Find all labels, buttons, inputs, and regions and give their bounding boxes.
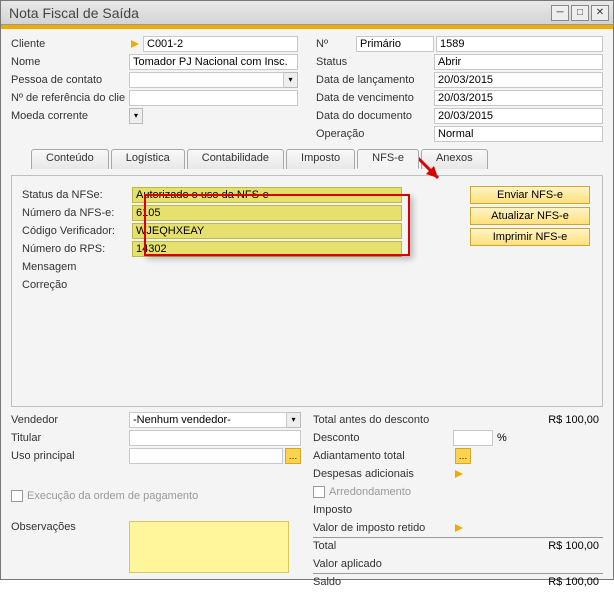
imposto-label: Imposto	[313, 504, 453, 516]
nome-field[interactable]: Tomador PJ Nacional com Insc.	[129, 54, 298, 70]
imprimir-nfse-button[interactable]: Imprimir NFS-e	[470, 228, 590, 246]
titular-label: Titular	[11, 432, 129, 444]
titular-field[interactable]	[129, 430, 301, 446]
status-label: Status	[316, 56, 434, 68]
impret-label: Valor de imposto retido	[313, 522, 453, 534]
doc-label: Data do documento	[316, 110, 434, 122]
despesas-label: Despesas adicionais	[313, 468, 453, 480]
uso-field[interactable]	[129, 448, 283, 464]
moeda-label: Moeda corrente	[11, 110, 129, 122]
cliente-label: Cliente	[11, 38, 129, 50]
window: Nota Fiscal de Saída ─ □ ✕ Cliente C001-…	[0, 0, 614, 580]
atualizar-nfse-button[interactable]: Atualizar NFS-e	[470, 207, 590, 225]
vendedor-label: Vendedor	[11, 414, 129, 426]
total-val: R$ 100,00	[453, 540, 603, 552]
nfse-fields: Status da NFSe:Autorizado o uso da NFS-e…	[22, 186, 402, 294]
nfse-msg-label: Mensagem	[22, 261, 132, 273]
vendedor-field[interactable]: -Nenhum vendedor-	[129, 412, 287, 428]
nfse-buttons: Enviar NFS-e Atualizar NFS-e Imprimir NF…	[470, 186, 590, 249]
total-label: Total	[313, 540, 453, 552]
venc-label: Data de vencimento	[316, 92, 434, 104]
tab-imposto[interactable]: Imposto	[286, 149, 355, 169]
contato-label: Pessoa de contato	[11, 74, 129, 86]
tab-anexos[interactable]: Anexos	[421, 149, 488, 169]
header-right: Nº Primário 1589 Status Abrir Data de la…	[316, 35, 603, 143]
bottom-left: Vendedor -Nenhum vendedor- ▾ Titular Uso…	[11, 411, 301, 591]
obs-textarea[interactable]	[129, 521, 289, 573]
num-val-field[interactable]: 1589	[436, 36, 603, 52]
venc-field[interactable]: 20/03/2015	[434, 90, 603, 106]
tot-antes-label: Total antes do desconto	[313, 414, 453, 426]
pct-symbol: %	[497, 432, 507, 444]
exec-ordem-label: Execução da ordem de pagamento	[27, 490, 198, 502]
tab-strip: Conteúdo Logística Contabilidade Imposto…	[11, 149, 603, 169]
oper-label: Operação	[316, 128, 434, 140]
lanc-field[interactable]: 20/03/2015	[434, 72, 603, 88]
close-button[interactable]: ✕	[591, 5, 609, 21]
tab-nfse[interactable]: NFS-e	[357, 149, 419, 169]
window-title: Nota Fiscal de Saída	[9, 5, 549, 21]
tab-panel: Status da NFSe:Autorizado o uso da NFS-e…	[11, 175, 603, 407]
adiant-browse-button[interactable]: …	[455, 448, 471, 464]
refcli-label: Nº de referência do clie	[11, 92, 129, 104]
nfse-corr-label: Correção	[22, 279, 132, 291]
nfse-numero-field: 6105	[132, 205, 402, 221]
tab-conteudo[interactable]: Conteúdo	[31, 149, 109, 169]
desconto-label: Desconto	[313, 432, 453, 444]
enviar-nfse-button[interactable]: Enviar NFS-e	[470, 186, 590, 204]
exec-ordem-checkbox[interactable]	[11, 490, 23, 502]
vaplic-label: Valor aplicado	[313, 558, 453, 570]
nfse-codver-field: WJEQHXEAY	[132, 223, 402, 239]
link-arrow-icon[interactable]	[453, 468, 465, 480]
link-arrow-icon[interactable]	[129, 38, 141, 50]
saldo-val: R$ 100,00	[453, 576, 603, 588]
vendedor-dropdown[interactable]: ▾	[287, 412, 301, 428]
oper-field: Normal	[434, 126, 603, 142]
moeda-dropdown[interactable]: ▾	[129, 108, 143, 124]
status-field: Abrir	[434, 54, 603, 70]
nfse-numero-label: Número da NFS-e:	[22, 207, 132, 219]
desconto-pct-field[interactable]	[453, 430, 493, 446]
minimize-button[interactable]: ─	[551, 5, 569, 21]
nfse-rps-field: 14302	[132, 241, 402, 257]
contato-field[interactable]	[129, 72, 284, 88]
uso-label: Uso principal	[11, 450, 129, 462]
titlebar: Nota Fiscal de Saída ─ □ ✕	[1, 1, 613, 25]
num-tipo-field[interactable]: Primário	[356, 36, 434, 52]
arred-checkbox[interactable]	[313, 486, 325, 498]
obs-label: Observações	[11, 521, 129, 573]
refcli-field[interactable]	[129, 90, 298, 106]
nfse-status-label: Status da NFSe:	[22, 189, 132, 201]
saldo-label: Saldo	[313, 576, 453, 588]
nfse-codver-label: Código Verificador:	[22, 225, 132, 237]
uso-browse-button[interactable]: …	[285, 448, 301, 464]
lanc-label: Data de lançamento	[316, 74, 434, 86]
num-label: Nº	[316, 38, 356, 50]
doc-field[interactable]: 20/03/2015	[434, 108, 603, 124]
tab-logistica[interactable]: Logística	[111, 149, 185, 169]
arred-label: Arredondamento	[329, 486, 411, 498]
bottom-right: Total antes do descontoR$ 100,00 Descont…	[313, 411, 603, 591]
nome-label: Nome	[11, 56, 129, 68]
header-left: Cliente C001-2 Nome Tomador PJ Nacional …	[11, 35, 298, 143]
maximize-button[interactable]: □	[571, 5, 589, 21]
link-arrow-icon[interactable]	[453, 522, 465, 534]
tot-antes-val: R$ 100,00	[453, 414, 603, 426]
tab-contabilidade[interactable]: Contabilidade	[187, 149, 284, 169]
nfse-rps-label: Número do RPS:	[22, 243, 132, 255]
nfse-status-field: Autorizado o uso da NFS-e	[132, 187, 402, 203]
adiant-label: Adiantamento total	[313, 450, 453, 462]
contato-dropdown[interactable]: ▾	[284, 72, 298, 88]
cliente-field[interactable]: C001-2	[143, 36, 298, 52]
